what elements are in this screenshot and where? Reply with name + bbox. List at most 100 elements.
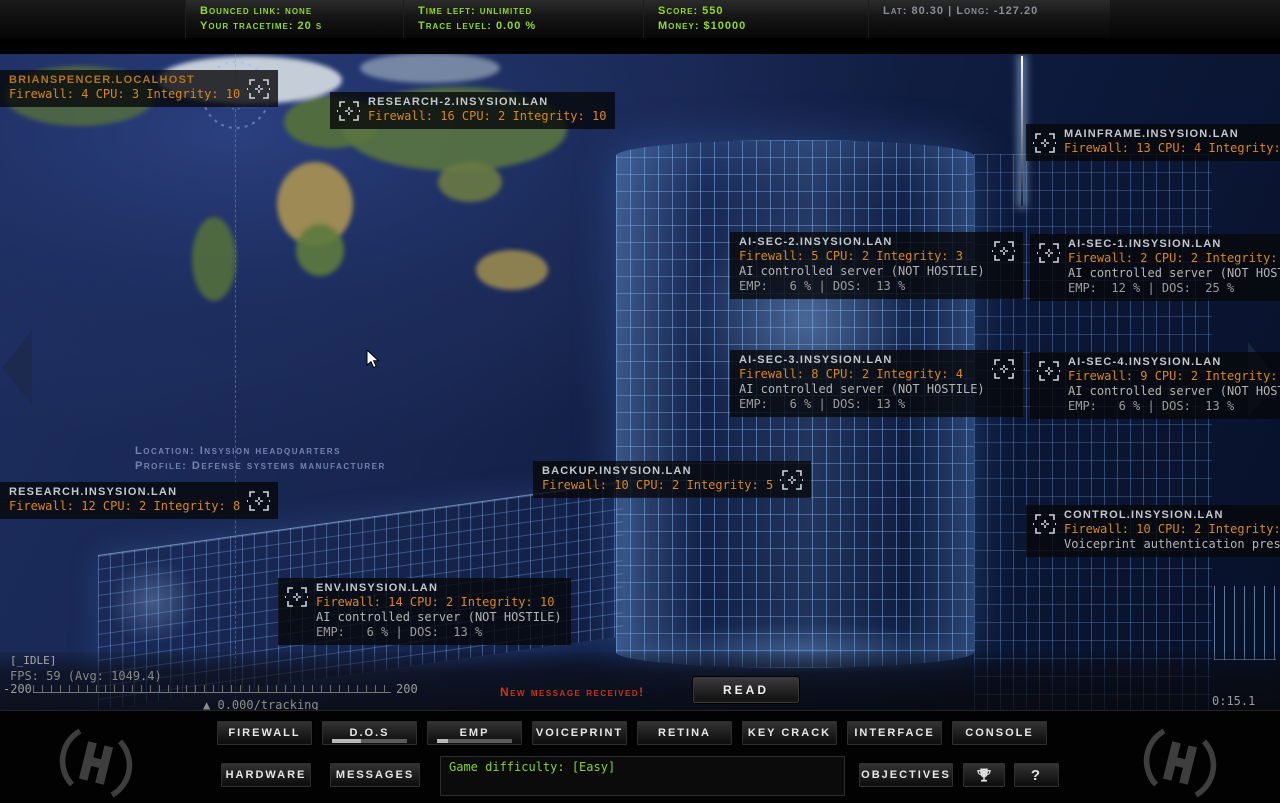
fps-counter: FPS: 59 (Avg: 1049.4)	[10, 669, 162, 683]
node-emp-dos: EMP: 6 % | DOS: 13 %	[739, 279, 985, 294]
emp-progress-bar	[437, 739, 512, 743]
read-message-button[interactable]: READ	[692, 676, 800, 704]
button-label: D.O.S	[350, 727, 390, 739]
button-label: VOICEPRINT	[536, 727, 623, 739]
node-emp-dos: EMP: 6 % | DOS: 13 %	[316, 625, 562, 640]
dos-progress-bar	[332, 739, 407, 743]
bounced-link-label: Bounced link: none	[200, 4, 403, 19]
node-name: AI-SEC-2.INSYSION.LAN	[739, 236, 985, 248]
location-info: Location: Insysion headquarters Profile:…	[135, 444, 386, 474]
messages-button[interactable]: MESSAGES	[329, 762, 421, 788]
tracking-readout: ▲ 0.000/tracking	[203, 698, 319, 710]
target-crosshair-icon[interactable]	[1033, 512, 1057, 536]
emp-button[interactable]: EMP	[426, 720, 523, 746]
target-crosshair-icon[interactable]	[285, 585, 309, 609]
location-line: Location: Insysion headquarters	[135, 444, 386, 459]
button-label: EMP	[460, 727, 490, 739]
node-control[interactable]: CONTROL.INSYSION.LAN Firewall: 10 CPU: 2…	[1026, 505, 1280, 557]
node-description: AI controlled server (NOT HOSTILE)	[1068, 266, 1280, 281]
target-crosshair-icon[interactable]	[1033, 131, 1057, 155]
target-crosshair-icon[interactable]	[1037, 241, 1061, 265]
ruler-min-label: -200	[3, 682, 32, 696]
retina-button[interactable]: RETINA	[636, 720, 733, 746]
trace-info-cell: Bounced link: none Your tracetime: 20 s	[185, 0, 403, 38]
target-crosshair-icon[interactable]	[780, 468, 804, 492]
achievements-button[interactable]	[962, 762, 1006, 788]
node-stats: Firewall: 14 CPU: 2 Integrity: 10	[316, 595, 562, 610]
street-poles	[1214, 586, 1276, 660]
node-name: MAINFRAME.INSYSION.LAN	[1064, 128, 1280, 140]
node-emp-dos: EMP: 6 % | DOS: 13 %	[1068, 399, 1280, 414]
tracking-value: 0.000/tracking	[217, 698, 318, 710]
node-stats: Firewall: 10 CPU: 2 Integrity: 5	[542, 478, 773, 493]
node-ai-sec-1[interactable]: AI-SEC-1.INSYSION.LAN Firewall: 2 CPU: 2…	[1030, 234, 1280, 301]
node-research[interactable]: RESEARCH.INSYSION.LAN Firewall: 12 CPU: …	[0, 482, 278, 519]
status-band: [_IDLE] FPS: 59 (Avg: 1049.4) -200 200 ▲…	[0, 652, 1280, 710]
node-name: RESEARCH-2.INSYSION.LAN	[368, 96, 606, 108]
button-label: RETINA	[658, 727, 711, 739]
interface-button[interactable]: INTERFACE	[846, 720, 943, 746]
node-brianspencer-localhost[interactable]: BRIANSPENCER.LOCALHOST Firewall: 4 CPU: …	[0, 70, 278, 107]
node-name: AI-SEC-3.INSYSION.LAN	[739, 354, 985, 366]
node-name: BACKUP.INSYSION.LAN	[542, 465, 773, 477]
tracking-marker-icon: ▲	[203, 698, 210, 710]
dos-button[interactable]: D.O.S	[321, 720, 418, 746]
targeting-dashed-line	[235, 54, 236, 704]
node-name: CONTROL.INSYSION.LAN	[1064, 509, 1280, 521]
mission-timer: 0:15.1	[1212, 694, 1255, 708]
game-console-output: Game difficulty: [Easy]	[440, 756, 845, 796]
node-stats: Firewall: 13 CPU: 4 Integrity: 8	[1064, 141, 1280, 156]
node-env[interactable]: ENV.INSYSION.LAN Firewall: 14 CPU: 2 Int…	[278, 578, 571, 645]
time-left-label: Time left: unlimited	[418, 4, 643, 19]
topbar-divider	[0, 42, 1280, 54]
node-ai-sec-4[interactable]: AI-SEC-4.INSYSION.LAN Firewall: 9 CPU: 2…	[1030, 352, 1280, 419]
node-name: BRIANSPENCER.LOCALHOST	[9, 74, 240, 86]
idle-status: [_IDLE]	[10, 654, 56, 667]
node-emp-dos: EMP: 12 % | DOS: 25 %	[1068, 281, 1280, 296]
node-ai-sec-2[interactable]: AI-SEC-2.INSYSION.LAN Firewall: 5 CPU: 2…	[730, 232, 1023, 299]
help-button[interactable]: ?	[1013, 762, 1060, 788]
node-stats: Firewall: 12 CPU: 2 Integrity: 8	[9, 499, 240, 514]
node-stats: Firewall: 8 CPU: 2 Integrity: 4	[739, 367, 985, 382]
button-label: FIREWALL	[228, 727, 300, 739]
node-stats: Firewall: 9 CPU: 2 Integrity: 4	[1068, 369, 1280, 384]
node-mainframe[interactable]: MAINFRAME.INSYSION.LAN Firewall: 13 CPU:…	[1026, 124, 1280, 161]
topbar-spacer	[0, 0, 185, 38]
node-name: AI-SEC-4.INSYSION.LAN	[1068, 356, 1280, 368]
node-ai-sec-3[interactable]: AI-SEC-3.INSYSION.LAN Firewall: 8 CPU: 2…	[730, 350, 1023, 417]
game-logo-icon	[50, 723, 142, 803]
lat-long-label: Lat: 80.30 | Long: -127.20	[883, 4, 1110, 19]
pan-left-arrow-icon	[2, 330, 32, 406]
target-crosshair-icon[interactable]	[337, 99, 361, 123]
node-stats: Firewall: 2 CPU: 2 Integrity: 2	[1068, 251, 1280, 266]
key-crack-button[interactable]: KEY CRACK	[741, 720, 838, 746]
time-info-cell: Time left: unlimited Trace level: 0.00 %	[403, 0, 643, 38]
firewall-button[interactable]: FIREWALL	[216, 720, 313, 746]
game-logo-icon	[1134, 723, 1226, 803]
objectives-button[interactable]: OBJECTIVES	[858, 762, 954, 788]
target-crosshair-icon[interactable]	[992, 239, 1016, 263]
voiceprint-button[interactable]: VOICEPRINT	[531, 720, 628, 746]
node-description: AI controlled server (NOT HOSTILE)	[739, 264, 985, 279]
node-research-2[interactable]: RESEARCH-2.INSYSION.LAN Firewall: 16 CPU…	[330, 92, 615, 129]
console-button[interactable]: CONSOLE	[951, 720, 1048, 746]
world-map-viewport[interactable]: Location: Insysion headquarters Profile:…	[0, 54, 1280, 710]
node-backup[interactable]: BACKUP.INSYSION.LAN Firewall: 10 CPU: 2 …	[533, 461, 811, 498]
target-crosshair-icon[interactable]	[247, 77, 271, 101]
button-label: CONSOLE	[965, 727, 1033, 739]
node-name: RESEARCH.INSYSION.LAN	[9, 486, 240, 498]
tracetime-label: Your tracetime: 20 s	[200, 19, 403, 34]
hardware-button[interactable]: HARDWARE	[220, 762, 312, 788]
target-crosshair-icon[interactable]	[1037, 359, 1061, 383]
score-label: Score: 550	[658, 4, 868, 19]
node-name: ENV.INSYSION.LAN	[316, 582, 562, 594]
topbar-spacer	[1110, 0, 1280, 38]
target-crosshair-icon[interactable]	[247, 489, 271, 513]
target-crosshair-icon[interactable]	[992, 357, 1016, 381]
button-label: KEY CRACK	[748, 727, 831, 739]
tool-button-row: FIREWALL D.O.S EMP VOICEPRINT RETINA KEY…	[216, 720, 1048, 746]
trophy-icon	[975, 767, 993, 785]
top-hud-bar: Bounced link: none Your tracetime: 20 s …	[0, 0, 1280, 40]
mouse-cursor	[366, 350, 382, 370]
node-stats: Firewall: 10 CPU: 2 Integrity: 6	[1064, 522, 1280, 537]
